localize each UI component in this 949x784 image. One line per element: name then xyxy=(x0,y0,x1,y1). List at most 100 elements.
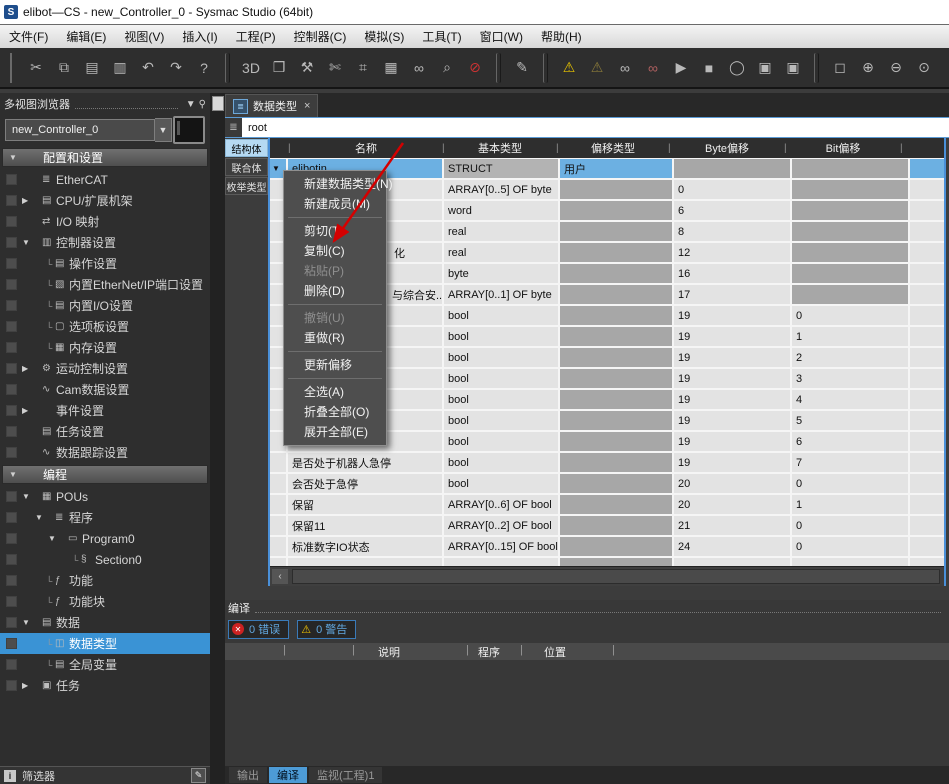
cell-name[interactable]: 保留11 xyxy=(288,516,442,535)
cell-offset-type[interactable] xyxy=(560,327,672,346)
context-menu-item[interactable]: 粘贴(P) xyxy=(284,261,386,281)
cell-byte-offset[interactable]: 8 xyxy=(674,222,790,241)
cell-bit-offset[interactable] xyxy=(792,264,908,283)
cell-offset-type[interactable] xyxy=(560,201,672,220)
cell-byte-offset[interactable]: 20 xyxy=(674,474,790,493)
zoom-in-icon[interactable]: ⊕ xyxy=(855,55,881,81)
search-icon[interactable]: ⌕ xyxy=(434,55,460,81)
row-expander[interactable] xyxy=(270,537,286,556)
expand-arrow-icon[interactable]: ▶ xyxy=(22,196,33,205)
task-check-icon[interactable]: ▦ xyxy=(378,55,404,81)
expand-arrow-icon[interactable]: ▼ xyxy=(22,618,33,627)
table-row[interactable]: 是否处于机器人急停 bool 19 7 xyxy=(270,453,944,472)
cell-byte-offset[interactable]: 20 xyxy=(674,495,790,514)
cell-offset-type[interactable] xyxy=(560,348,672,367)
cell-byte-offset[interactable]: 16 xyxy=(674,264,790,283)
transfer-to-controller-icon[interactable]: ▣ xyxy=(752,55,778,81)
cell-bit-offset[interactable]: 2 xyxy=(792,348,908,367)
scrollbar-track[interactable] xyxy=(292,569,940,584)
expand-arrow-icon[interactable]: ▶ xyxy=(22,406,33,415)
build-icon[interactable]: ⚒ xyxy=(294,55,320,81)
program-check-icon[interactable]: ✄ xyxy=(322,55,348,81)
cell-byte-offset[interactable]: 21 xyxy=(674,516,790,535)
cell-byte-offset[interactable]: 17 xyxy=(674,285,790,304)
expand-arrow-icon[interactable]: ▼ xyxy=(9,153,20,162)
cell-bit-offset[interactable] xyxy=(792,180,908,199)
go-offline-icon[interactable]: ⚠ xyxy=(584,55,610,81)
expand-arrow-icon[interactable]: ▼ xyxy=(22,492,33,501)
cell-name[interactable]: 标准数字IO状态 xyxy=(288,537,442,556)
cell-bit-offset[interactable] xyxy=(792,243,908,262)
zoom-100-icon[interactable]: ⊙ xyxy=(911,55,937,81)
monitor-icon[interactable]: ∞ xyxy=(612,55,638,81)
collapse-sidebar-button[interactable] xyxy=(212,96,224,111)
cell-bit-offset[interactable]: 3 xyxy=(792,369,908,388)
warning-count-badge[interactable]: ⚠ 0 警告 xyxy=(297,620,356,639)
tree-item[interactable]: ▶ ▤ CPU/扩展机架 xyxy=(0,190,210,211)
cell-base-type[interactable]: real xyxy=(444,222,558,241)
cell-name[interactable] xyxy=(288,558,442,566)
context-menu-item[interactable]: 撤销(U) xyxy=(284,308,386,328)
cell-base-type[interactable] xyxy=(444,558,558,566)
menu-item[interactable]: 帮助(H) xyxy=(532,25,591,48)
sidebar-splitter[interactable] xyxy=(210,93,225,784)
tree-item[interactable]: ≣ EtherCAT xyxy=(0,169,210,190)
context-menu-item[interactable]: 展开全部(E) xyxy=(284,422,386,442)
column-name[interactable]: 名称 xyxy=(290,140,442,156)
tree-item[interactable]: └ ▦ 内存设置 xyxy=(0,337,210,358)
context-menu-item[interactable] xyxy=(288,304,382,305)
row-expander[interactable] xyxy=(270,474,286,493)
undo-icon[interactable]: ↶ xyxy=(135,55,161,81)
expand-arrow-icon[interactable]: ▼ xyxy=(9,470,20,479)
cell-offset-type[interactable] xyxy=(560,474,672,493)
cell-offset-type[interactable] xyxy=(560,369,672,388)
table-row[interactable]: 保留11 ARRAY[0..2] OF bool 21 0 xyxy=(270,516,944,535)
context-menu-item[interactable]: 折叠全部(O) xyxy=(284,402,386,422)
cell-base-type[interactable]: bool xyxy=(444,306,558,325)
cell-offset-type[interactable] xyxy=(560,243,672,262)
cell-offset-type[interactable] xyxy=(560,453,672,472)
device-selector[interactable]: new_Controller_0 xyxy=(5,119,155,141)
tree-item[interactable]: ▼ ▥ 控制器设置 xyxy=(0,232,210,253)
context-menu-item[interactable] xyxy=(288,217,382,218)
category-tab[interactable]: 结构体 xyxy=(225,139,268,157)
tree-item[interactable]: ▼ ▦ POUs xyxy=(0,486,210,507)
cell-base-type[interactable]: word xyxy=(444,201,558,220)
expand-arrow-icon[interactable]: ▶ xyxy=(22,364,33,373)
tree-item[interactable]: └ ƒ 功能 xyxy=(0,570,210,591)
tree-item[interactable]: ▤ 任务设置 xyxy=(0,421,210,442)
row-expander[interactable] xyxy=(270,516,286,535)
cell-byte-offset[interactable]: 19 xyxy=(674,348,790,367)
horizontal-scrollbar[interactable]: ‹ xyxy=(270,566,944,586)
cell-base-type[interactable]: ARRAY[0..2] OF bool xyxy=(444,516,558,535)
column-offset-type[interactable]: 偏移类型 xyxy=(558,140,668,156)
tree-item[interactable]: └ ▤ 全局变量 xyxy=(0,654,210,675)
cell-byte-offset[interactable]: 6 xyxy=(674,201,790,220)
cell-bit-offset[interactable] xyxy=(792,201,908,220)
cell-base-type[interactable]: bool xyxy=(444,453,558,472)
cell-bit-offset[interactable]: 1 xyxy=(792,327,908,346)
cell-bit-offset[interactable]: 5 xyxy=(792,411,908,430)
cell-byte-offset[interactable] xyxy=(674,159,790,178)
close-icon[interactable]: × xyxy=(304,100,310,112)
cell-base-type[interactable]: ARRAY[0..6] OF bool xyxy=(444,495,558,514)
cell-offset-type[interactable] xyxy=(560,495,672,514)
cell-byte-offset[interactable]: 19 xyxy=(674,453,790,472)
tab-data-types[interactable]: ≣ 数据类型 × xyxy=(225,94,318,117)
column-byte-offset[interactable]: Byte偏移 xyxy=(670,140,784,156)
stop-monitor-icon[interactable]: ∞ xyxy=(640,55,666,81)
redo-icon[interactable]: ↷ xyxy=(163,55,189,81)
row-expander[interactable] xyxy=(270,495,286,514)
cell-bit-offset[interactable] xyxy=(792,558,908,566)
tree-item[interactable]: └ ◫ 数据类型 xyxy=(0,633,210,654)
cell-base-type[interactable]: ARRAY[0..15] OF bool xyxy=(444,537,558,556)
cell-byte-offset[interactable]: 19 xyxy=(674,306,790,325)
tree-item[interactable]: ▼ 配置和设置 xyxy=(2,148,208,167)
cell-byte-offset[interactable]: 12 xyxy=(674,243,790,262)
edit-mode-icon[interactable]: ✎ xyxy=(509,55,535,81)
context-menu-item[interactable]: 新建成员(M) xyxy=(284,194,386,214)
tree-item[interactable]: ⇄ I/O 映射 xyxy=(0,211,210,232)
context-menu-item[interactable]: 重做(R) xyxy=(284,328,386,348)
context-menu-item[interactable]: 全选(A) xyxy=(284,382,386,402)
compare-icon[interactable]: ? xyxy=(191,55,217,81)
